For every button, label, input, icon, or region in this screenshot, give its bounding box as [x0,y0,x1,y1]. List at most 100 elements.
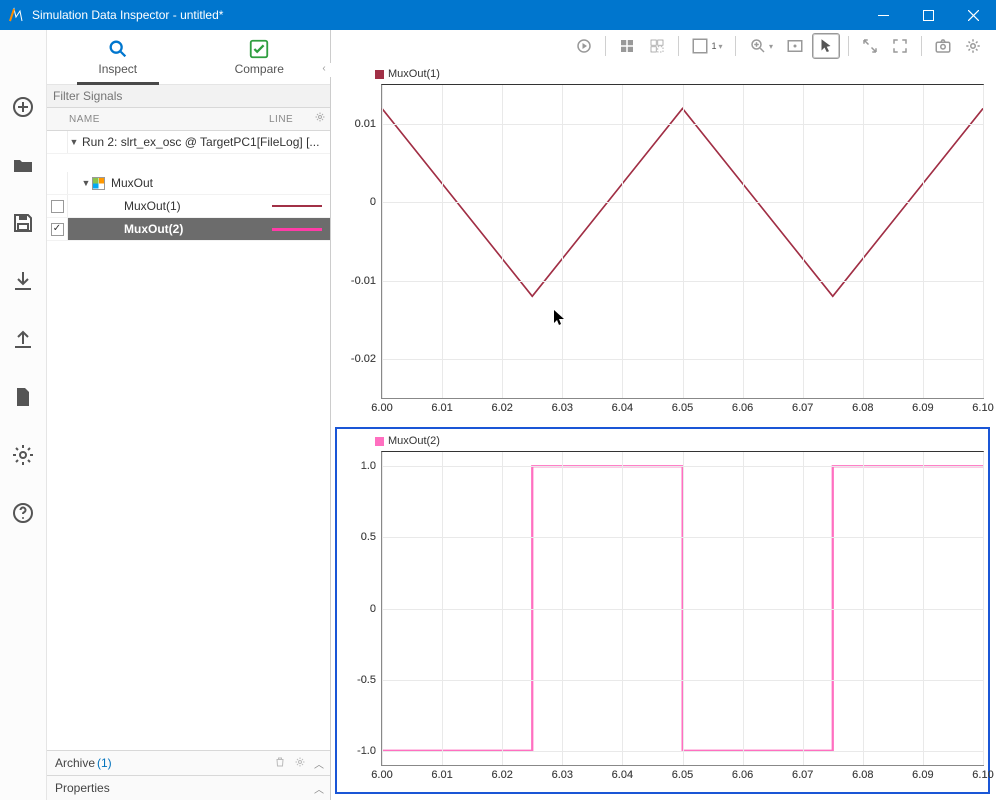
y-tick-label: 0.01 [355,118,376,130]
x-tick-label: 6.02 [491,769,512,781]
tab-compare[interactable]: Compare [189,30,331,84]
run-node[interactable]: ▼ Run 2: slrt_ex_osc @ TargetPC1[FileLog… [47,131,330,154]
trash-icon[interactable] [274,756,286,771]
y-tick-label: -0.5 [357,674,376,686]
close-button[interactable] [951,0,996,30]
x-tick-label: 6.07 [792,769,813,781]
export-button[interactable] [6,322,40,356]
left-rail [0,30,47,800]
magnifier-icon [107,38,129,60]
save-button[interactable] [6,206,40,240]
app-icon [8,7,24,23]
x-tick-label: 6.07 [792,402,813,414]
signal-label: MuxOut(1) [122,199,272,213]
x-tick-label: 6.05 [672,402,693,414]
x-tick-label: 6.01 [431,769,452,781]
y-tick-label: -0.02 [351,353,376,365]
add-button[interactable] [6,90,40,124]
maximize-button[interactable] [906,0,951,30]
x-tick-label: 6.00 [371,769,392,781]
mux-icon [92,177,105,190]
layout-grid-button[interactable] [614,34,640,58]
y-tick-label: 0 [370,603,376,615]
signal-row[interactable]: MuxOut(1) [47,195,330,218]
plot-toolbar: 1 ▾ ▾ [331,32,996,60]
properties-section[interactable]: Properties ︿ [47,775,330,800]
check-icon [248,38,270,60]
panel-collapse-handle[interactable]: ‹ [317,63,331,77]
signal-checkbox[interactable] [51,223,64,236]
subplots-dropdown[interactable]: 1 ▾ [687,34,727,58]
signal-tree: ▼ Run 2: slrt_ex_osc @ TargetPC1[FileLog… [47,131,330,750]
chart-area: 6.006.016.026.036.046.056.066.076.086.09… [381,84,984,399]
layout-overlay-button[interactable] [644,34,670,58]
legend-label: MuxOut(2) [388,435,440,447]
x-tick-label: 6.06 [732,769,753,781]
tab-inspect[interactable]: Inspect [47,30,189,84]
help-button[interactable] [6,496,40,530]
open-folder-button[interactable] [6,148,40,182]
signal-panel: ‹ Inspect Compare NAME LINE [47,30,331,800]
legend-swatch [375,437,384,446]
x-tick-label: 6.03 [552,769,573,781]
plot-settings-button[interactable] [960,34,986,58]
x-tick-label: 6.03 [552,402,573,414]
tab-inspect-label: Inspect [98,62,137,76]
plot-pane[interactable]: MuxOut(1) 6.006.016.026.036.046.056.066.… [335,60,990,427]
fit-to-view-button[interactable] [782,34,808,58]
tab-compare-label: Compare [235,62,284,76]
x-tick-label: 6.10 [972,769,993,781]
zoom-dropdown[interactable]: ▾ [744,34,778,58]
x-tick-label: 6.06 [732,402,753,414]
y-tick-label: 0 [370,196,376,208]
window-title: Simulation Data Inspector - untitled* [32,8,223,22]
signal-row[interactable]: MuxOut(2) [47,218,330,241]
fullscreen-button[interactable] [887,34,913,58]
x-tick-label: 6.05 [672,769,693,781]
x-tick-label: 6.10 [972,402,993,414]
chevron-down-icon: ▼ [68,137,80,147]
x-tick-label: 6.02 [491,402,512,414]
y-tick-label: 0.5 [361,531,376,543]
line-swatch [272,228,322,231]
chart-area: 6.006.016.026.036.046.056.066.076.086.09… [381,451,984,766]
main-area: 1 ▾ ▾ [331,30,996,800]
titlebar: Simulation Data Inspector - untitled* [0,0,996,30]
legend-swatch [375,70,384,79]
column-name-header[interactable]: NAME [47,114,269,125]
filter-signals-input[interactable] [47,87,330,105]
mux-node[interactable]: ▼ MuxOut [47,172,330,195]
y-tick-label: -0.01 [351,275,376,287]
import-button[interactable] [6,264,40,298]
plot-pane[interactable]: MuxOut(2) 6.006.016.026.036.046.056.066.… [335,427,990,794]
x-tick-label: 6.09 [912,769,933,781]
gear-icon[interactable] [294,756,306,771]
expand-button[interactable] [857,34,883,58]
x-tick-label: 6.08 [852,769,873,781]
chevron-up-icon: ︿ [314,781,324,796]
x-tick-label: 6.08 [852,402,873,414]
signal-checkbox[interactable] [51,200,64,213]
preferences-button[interactable] [6,438,40,472]
stream-button[interactable] [571,34,597,58]
chevron-down-icon: ▼ [80,178,92,188]
x-tick-label: 6.09 [912,402,933,414]
minimize-button[interactable] [861,0,906,30]
line-swatch [272,205,322,207]
columns-gear-icon[interactable] [314,111,326,126]
signal-label: MuxOut(2) [122,222,272,236]
snapshot-button[interactable] [930,34,956,58]
y-tick-label: 1.0 [361,460,376,472]
pointer-button[interactable] [812,33,840,59]
mux-label: MuxOut [109,176,330,190]
x-tick-label: 6.00 [371,402,392,414]
chevron-up-icon: ︿ [314,756,324,771]
run-label: Run 2: slrt_ex_osc @ TargetPC1[FileLog] … [80,135,330,149]
x-tick-label: 6.04 [612,402,633,414]
properties-label: Properties [55,781,110,795]
x-tick-label: 6.01 [431,402,452,414]
new-doc-button[interactable] [6,380,40,414]
y-tick-label: -1.0 [357,745,376,757]
columns-header: NAME LINE [47,108,330,131]
archive-section[interactable]: Archive (1) ︿ [47,750,330,775]
